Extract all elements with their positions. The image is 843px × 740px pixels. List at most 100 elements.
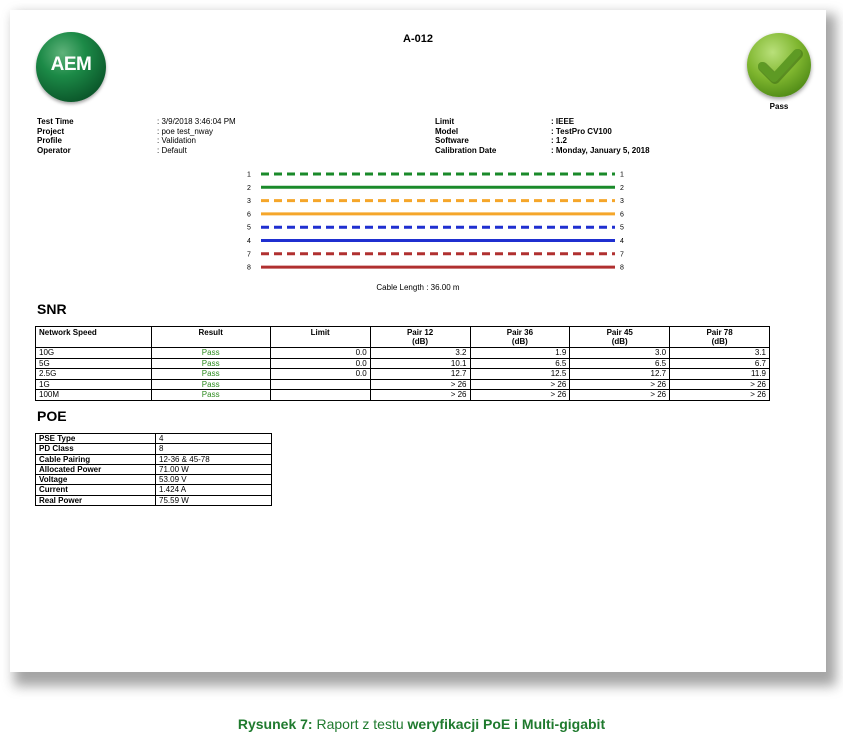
wire-number-l: 3: [247, 198, 251, 205]
snr-cell: 1G: [35, 379, 152, 390]
snr-cell: > 26: [569, 389, 671, 401]
snr-result-cell: Pass: [150, 389, 271, 401]
caption-bold-text: weryfikacji PoE i Multi-gigabit: [407, 716, 606, 732]
snr-cell: 6.7: [669, 358, 770, 369]
poe-value: 53.09 V: [155, 474, 272, 486]
report-page: AEM A-012 Pass Test Time: 3/9/2018 3:46:…: [10, 10, 826, 672]
snr-column-header: Limit: [269, 326, 371, 348]
wire-number-l: 2: [247, 185, 251, 192]
poe-row: PSE Type 4: [35, 432, 272, 445]
poe-label: Allocated Power: [35, 463, 156, 476]
poe-label: PD Class: [35, 443, 156, 455]
wire-number-r: 8: [620, 265, 624, 272]
snr-heading: SNR: [37, 301, 67, 317]
meta-right: Limit: IEEE Model: TestPro CV100 Softwar…: [435, 117, 650, 155]
snr-cell: 11.9: [669, 368, 770, 380]
caption-prefix: Rysunek 7:: [237, 716, 317, 732]
snr-cell: 2.5G: [35, 368, 152, 380]
snr-row: 1G Pass > 26 > 26 > 26 > 26: [35, 379, 770, 390]
poe-label: Voltage: [35, 474, 156, 486]
wire-number-r: 4: [620, 238, 624, 245]
snr-cell: 6.5: [569, 358, 671, 369]
snr-cell: [269, 379, 371, 390]
meta-value: : 1.2: [551, 136, 568, 145]
poe-label: Current: [35, 484, 156, 496]
snr-result-cell: Pass: [150, 368, 271, 380]
snr-cell: 0.0: [269, 347, 371, 359]
meta-label: Test Time: [37, 117, 74, 126]
wire-number-l: 7: [247, 251, 251, 258]
wire-number-l: 8: [247, 265, 251, 272]
snr-cell: 3.1: [669, 347, 770, 359]
snr-cell: 1.9: [469, 347, 571, 359]
snr-cell: 10G: [35, 347, 152, 359]
cable-length: Cable Length : 36.00 m: [376, 283, 460, 292]
poe-value: 4: [155, 432, 272, 445]
snr-column-header: Pair 12 (dB): [369, 326, 471, 348]
wire-number-l: 6: [247, 211, 251, 218]
meta-value: : poe test_nway: [157, 126, 214, 136]
snr-cell: > 26: [369, 389, 471, 401]
meta-label: Model: [435, 126, 459, 136]
meta-label: Software: [435, 136, 469, 145]
caption-text: Raport z testu: [316, 716, 408, 732]
meta-label: Profile: [37, 136, 62, 145]
meta-label: Project: [37, 126, 65, 136]
snr-column-header: Result: [150, 326, 271, 348]
wire-number-r: 7: [620, 251, 624, 258]
report-title: A-012: [403, 33, 433, 45]
wire-number-r: 2: [620, 185, 624, 192]
meta-label: Operator: [37, 145, 71, 155]
snr-cell: > 26: [669, 379, 770, 390]
snr-cell: 10.1: [369, 358, 471, 369]
snr-cell: > 26: [369, 379, 471, 390]
poe-value: 12-36 & 45-78: [155, 453, 272, 465]
snr-result-cell: Pass: [150, 358, 271, 369]
meta-value: : TestPro CV100: [551, 126, 612, 136]
poe-row: Real Power 75.59 W: [35, 494, 272, 507]
pass-checkmark-icon: [747, 33, 811, 97]
snr-row: 5G Pass 0.0 10.1 6.5 6.5 6.7: [35, 358, 770, 369]
snr-cell: 0.0: [269, 368, 371, 380]
snr-result-cell: Pass: [150, 347, 271, 359]
poe-label: Real Power: [35, 494, 156, 507]
wire-map: 1 1 2 2 3 3 6 6 5 5 4 4 7 7 8 8: [235, 168, 625, 280]
meta-value: : Default: [157, 145, 187, 155]
wire-number-l: 4: [247, 238, 251, 245]
wire-number-r: 5: [620, 225, 624, 232]
snr-cell: 3.2: [369, 347, 471, 359]
snr-column-header: Pair 78 (dB): [669, 326, 770, 348]
snr-cell: 12.5: [469, 368, 571, 380]
wire-number-r: 1: [620, 172, 624, 179]
poe-row: Cable Pairing 12-36 & 45-78: [35, 453, 272, 465]
snr-row: 10G Pass 0.0 3.2 1.9 3.0 3.1: [35, 347, 770, 359]
poe-label: PSE Type: [35, 432, 156, 445]
snr-column-header: Network Speed: [35, 326, 152, 348]
meta-value: : IEEE: [551, 117, 575, 126]
wire-number-r: 6: [620, 211, 624, 218]
snr-result-cell: Pass: [150, 379, 271, 390]
meta-label: Calibration Date: [435, 145, 497, 155]
snr-cell: 12.7: [369, 368, 471, 380]
poe-row: PD Class 8: [35, 443, 272, 455]
snr-cell: 0.0: [269, 358, 371, 369]
snr-cell: > 26: [669, 389, 770, 401]
snr-table: Network Speed Result Limit Pair 12 (dB) Pair …: [35, 326, 770, 401]
poe-row: Allocated Power 71.00 W: [35, 463, 272, 476]
snr-cell: 3.0: [569, 347, 671, 359]
snr-column-header: Pair 36 (dB): [469, 326, 571, 348]
snr-cell: > 26: [569, 379, 671, 390]
poe-value: 1.424 A: [155, 484, 272, 496]
meta-left: Test Time: 3/9/2018 3:46:04 PM Project: …: [37, 117, 236, 155]
poe-value: 71.00 W: [155, 463, 272, 476]
poe-label: Cable Pairing: [35, 453, 156, 465]
snr-cell: [269, 389, 371, 401]
pass-status-label: Pass: [769, 102, 789, 111]
wire-number-r: 3: [620, 198, 624, 205]
snr-row: 100M Pass > 26 > 26 > 26 > 26: [35, 389, 770, 401]
snr-cell: 12.7: [569, 368, 671, 380]
snr-cell: > 26: [469, 379, 571, 390]
poe-table: PSE Type 4 PD Class 8 Cable Pairing 12-36 & 4…: [35, 432, 272, 507]
meta-value: : Validation: [157, 136, 196, 145]
snr-cell: 6.5: [469, 358, 571, 369]
